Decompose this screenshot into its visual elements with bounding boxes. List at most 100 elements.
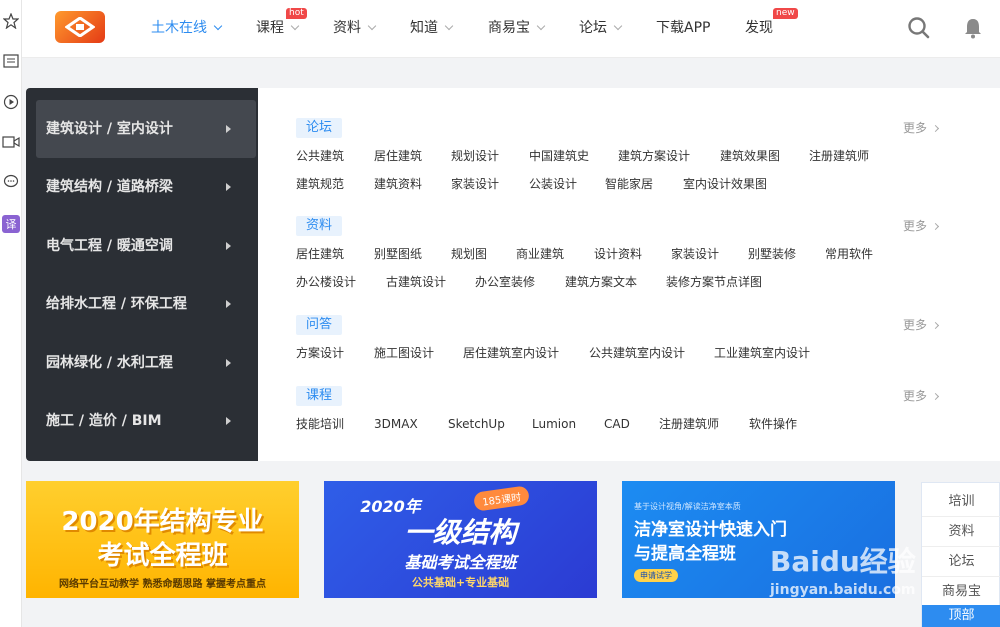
chat-icon[interactable]	[2, 173, 20, 191]
category-structure-bridge[interactable]: 建筑结构 / 道路桥梁	[36, 158, 256, 216]
float-menu: 培训 资料 论坛 商易宝 顶部	[921, 482, 1000, 627]
chevron-down-icon	[536, 21, 546, 31]
category-landscape-hydraulic[interactable]: 园林绿化 / 水利工程	[36, 334, 256, 392]
nav-materials[interactable]: 资料	[333, 18, 377, 38]
topic-link[interactable]: 设计资料	[594, 246, 642, 262]
caret-right-icon	[226, 242, 231, 250]
category-electrical-hvac[interactable]: 电气工程 / 暖通空调	[36, 217, 256, 275]
caret-right-icon	[226, 417, 231, 425]
banner-kicker: 基于设计视角/解读洁净室本质	[634, 502, 741, 511]
topic-link[interactable]: 建筑效果图	[720, 148, 780, 164]
topic-link[interactable]: 注册建筑师	[809, 148, 869, 164]
nav-zhidao[interactable]: 知道	[410, 18, 454, 38]
topic-link[interactable]: 技能培训	[296, 416, 344, 432]
banner-title: 一级结构	[404, 516, 517, 549]
chevron-down-icon	[367, 21, 377, 31]
topic-link[interactable]: 古建筑设计	[386, 274, 446, 290]
section-tag-materials[interactable]: 资料	[296, 216, 343, 236]
topic-link[interactable]: 建筑资料	[374, 176, 422, 192]
banner-title: 基础考试全程班	[404, 553, 517, 572]
news-icon[interactable]	[2, 52, 20, 70]
topic-link[interactable]: 家装设计	[451, 176, 499, 192]
section-tag-qa[interactable]: 问答	[296, 315, 343, 335]
topic-link[interactable]: CAD	[604, 416, 630, 432]
topic-link[interactable]: 居住建筑	[374, 148, 422, 164]
nav-shangyibao[interactable]: 商易宝	[488, 18, 546, 38]
chevron-right-icon	[931, 321, 940, 330]
star-icon[interactable]	[2, 12, 20, 30]
topic-link[interactable]: 居住建筑室内设计	[463, 345, 559, 361]
nav-tumu-online[interactable]: 土木在线	[151, 18, 223, 38]
category-dropdown-panel: 建筑设计 / 室内设计 建筑结构 / 道路桥梁 电气工程 / 暖通空调 给排水工…	[26, 88, 1000, 461]
trial-button: 申请试学	[634, 569, 678, 582]
topic-link[interactable]: 3DMAX	[374, 416, 418, 432]
topic-link[interactable]: 办公室装修	[475, 274, 535, 290]
topic-link[interactable]: SketchUp	[448, 416, 505, 432]
banner-title: 洁净室设计快速入门	[634, 520, 787, 540]
top-header: 土木在线 课程 hot 资料 知道 商易宝 论坛 下载APP 发现 new	[22, 0, 1000, 58]
more-link[interactable]: 更多	[903, 218, 940, 234]
translate-icon[interactable]: 译	[2, 215, 20, 233]
category-architecture-interior[interactable]: 建筑设计 / 室内设计	[36, 100, 256, 158]
topic-link[interactable]: 中国建筑史	[529, 148, 589, 164]
topic-link[interactable]: 居住建筑	[296, 246, 344, 262]
course-banner-structure[interactable]: 2020年结构专业 考试全程班 网络平台互动教学 熟悉命题思路 掌握考点重点	[26, 481, 299, 598]
nav-discover[interactable]: 发现 new	[745, 8, 798, 38]
topic-link[interactable]: 室内设计效果图	[683, 176, 767, 192]
topic-link[interactable]: 规划设计	[451, 148, 499, 164]
video-icon[interactable]	[2, 133, 20, 151]
category-construction-bim[interactable]: 施工 / 造价 / BIM	[36, 392, 256, 450]
bell-icon[interactable]	[961, 16, 985, 40]
back-to-top-button[interactable]: 顶部	[922, 605, 1000, 627]
topic-link[interactable]: 建筑规范	[296, 176, 344, 192]
nav-courses[interactable]: 课程 hot	[256, 8, 307, 38]
topic-link[interactable]: 别墅图纸	[374, 246, 422, 262]
site-logo[interactable]	[55, 11, 105, 43]
nav-download-app[interactable]: 下载APP	[656, 18, 710, 38]
topic-link[interactable]: 办公楼设计	[296, 274, 356, 290]
topic-link[interactable]: 公装设计	[529, 176, 577, 192]
banner-title: 2020年结构专业	[61, 507, 264, 537]
nav-forum[interactable]: 论坛	[579, 18, 623, 38]
hot-badge: hot	[286, 8, 307, 19]
topic-link[interactable]: 工业建筑室内设计	[714, 345, 810, 361]
more-link[interactable]: 更多	[903, 388, 940, 404]
chevron-right-icon	[931, 392, 940, 401]
topic-link[interactable]: 常用软件	[825, 246, 873, 262]
play-icon[interactable]	[2, 93, 20, 111]
section-tag-forum[interactable]: 论坛	[296, 118, 343, 138]
caret-right-icon	[226, 359, 231, 367]
browser-side-strip: 译	[0, 0, 22, 627]
topic-link[interactable]: 公共建筑	[296, 148, 344, 164]
topic-link[interactable]: 施工图设计	[374, 345, 434, 361]
section-tag-courses[interactable]: 课程	[296, 386, 343, 406]
topic-link[interactable]: 别墅装修	[748, 246, 796, 262]
float-materials[interactable]: 资料	[922, 517, 1000, 547]
topic-link[interactable]: 软件操作	[749, 416, 797, 432]
topic-link[interactable]: 注册建筑师	[659, 416, 719, 432]
float-training[interactable]: 培训	[922, 487, 1000, 517]
search-icon[interactable]	[907, 16, 931, 40]
topic-link[interactable]: 规划图	[451, 246, 487, 262]
caret-right-icon	[226, 125, 231, 133]
topic-link[interactable]: 家装设计	[671, 246, 719, 262]
topic-link[interactable]: 公共建筑室内设计	[589, 345, 685, 361]
topic-link[interactable]: Lumion	[532, 416, 576, 432]
more-link[interactable]: 更多	[903, 317, 940, 333]
float-forum[interactable]: 论坛	[922, 547, 1000, 577]
chevron-right-icon	[931, 124, 940, 133]
topic-link[interactable]: 智能家居	[605, 176, 653, 192]
topic-link[interactable]: 商业建筑	[516, 246, 564, 262]
more-link[interactable]: 更多	[903, 120, 940, 136]
category-water-environment[interactable]: 给排水工程 / 环保工程	[36, 275, 256, 333]
topic-link[interactable]: 建筑方案设计	[618, 148, 690, 164]
topic-link[interactable]: 装修方案节点详图	[666, 274, 762, 290]
topic-link[interactable]: 建筑方案文本	[565, 274, 637, 290]
float-shangyibao[interactable]: 商易宝	[922, 577, 1000, 607]
course-banner-level1-structure[interactable]: 185课时 2020年 一级结构 基础考试全程班 公共基础+专业基础	[324, 481, 597, 598]
banner-title: 考试全程班	[97, 541, 228, 571]
banner-subtitle: 公共基础+专业基础	[411, 576, 510, 589]
baidu-watermark: Baidu经验 jingyan.baidu.com	[770, 545, 916, 598]
banner-title: 与提高全程班	[634, 544, 736, 564]
topic-link[interactable]: 方案设计	[296, 345, 344, 361]
